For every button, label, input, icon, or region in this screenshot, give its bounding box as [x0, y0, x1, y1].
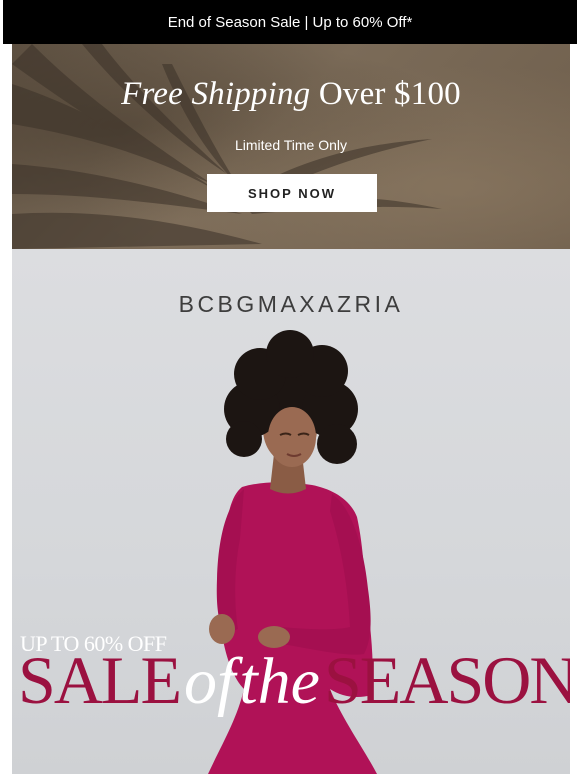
- headline-word-sale: SALE: [18, 642, 182, 718]
- announcement-text: End of Season Sale | Up to 60% Off*: [167, 13, 413, 31]
- shop-now-button[interactable]: SHOP NOW: [207, 174, 377, 212]
- sale-hero-banner[interactable]: BCBGMAXAZRIA UP TO 60% OFF SALE of the S…: [12, 249, 570, 774]
- shipping-headline-rest: Over $100: [318, 76, 461, 112]
- shipping-headline-italic: Free Shipping: [121, 76, 311, 112]
- sale-of-the-season-headline: SALE of the SEASON: [18, 641, 570, 720]
- headline-word-of: of: [184, 645, 236, 718]
- free-shipping-banner[interactable]: Free Shipping Over $100 Limited Time Onl…: [12, 44, 570, 249]
- shipping-subtitle: Limited Time Only: [234, 137, 348, 153]
- shipping-headline: Free Shipping Over $100: [12, 76, 570, 113]
- headline-word-the: the: [239, 645, 320, 718]
- announcement-bar[interactable]: End of Season Sale | Up to 60% Off*: [3, 0, 577, 44]
- headline-word-season: SEASON: [323, 642, 570, 718]
